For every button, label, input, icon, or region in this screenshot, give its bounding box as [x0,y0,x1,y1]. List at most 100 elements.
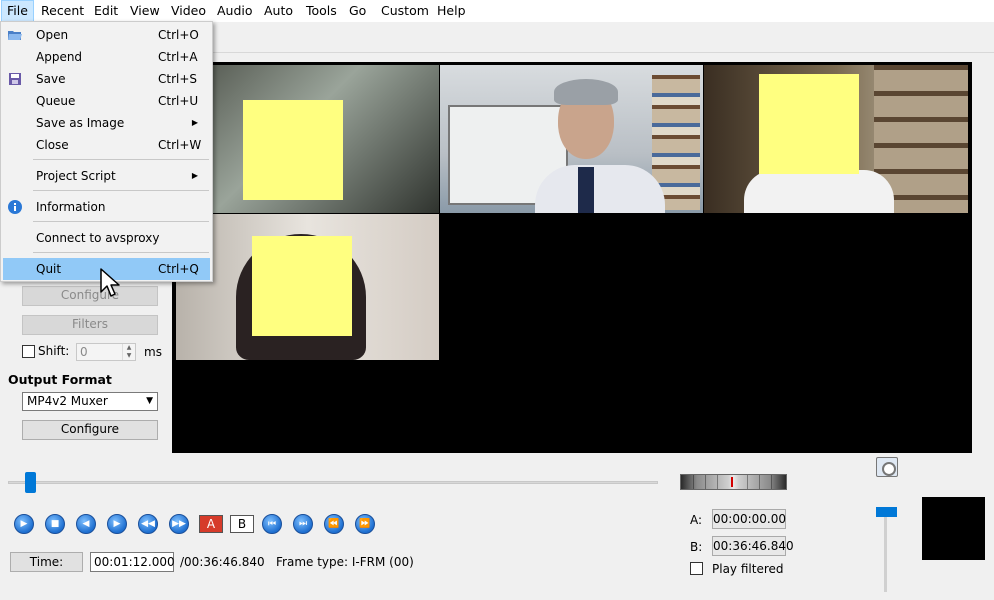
participant-tile [176,65,439,213]
goto-marker-b-icon[interactable]: ⏭ [293,514,313,534]
menu-separator [33,159,209,160]
play-filtered-checkbox[interactable] [690,562,703,575]
mouse-cursor-icon [100,268,120,297]
menu-item-label: Save as Image [36,116,125,130]
menu-recent[interactable]: Recent [36,0,89,22]
selection-b-value: 00:36:46.840 [712,536,794,556]
sticky-note [759,74,859,174]
output-format-select[interactable]: MP4v2 Muxer ▼ [22,392,158,411]
menu-item-label: Close [36,138,69,152]
volume-track[interactable] [884,512,887,592]
menu-video[interactable]: Video [166,0,211,22]
shift-value: 0 [80,345,88,359]
menu-item-label: Connect to avsproxy [36,231,160,245]
menu-item-close[interactable]: Close Ctrl+W [3,134,210,156]
menu-item-label: Open [36,28,69,42]
menu-custom[interactable]: Custom [376,0,434,22]
previous-frame-icon[interactable]: ◀ [76,514,96,534]
shift-unit: ms [144,345,162,359]
menu-auto[interactable]: Auto [259,0,298,22]
next-frame-icon[interactable]: ▶ [107,514,127,534]
toolbar-divider [210,52,994,53]
menu-go[interactable]: Go [344,0,371,22]
menu-item-label: Project Script [36,169,116,183]
menu-item-shortcut: Ctrl+A [158,50,198,64]
selection-a-value: 00:00:00.00 [712,509,786,529]
timeline-thumb[interactable] [25,472,37,493]
menu-item-label: Quit [36,262,62,276]
volume-thumb[interactable] [876,507,897,517]
shift-checkbox[interactable] [22,345,35,358]
menu-item-label: Append [36,50,83,64]
sticky-note [252,236,352,336]
save-icon [9,73,21,85]
participant-tile [440,65,703,213]
video-preview[interactable] [172,62,972,453]
jog-marker [731,477,733,487]
play-filtered-label: Play filtered [712,562,784,576]
menu-item-connect-avsproxy[interactable]: Connect to avsproxy [3,227,210,249]
menu-item-queue[interactable]: Queue Ctrl+U [3,90,210,112]
menu-item-save-as-image[interactable]: Save as Image ▶ [3,112,210,134]
sticky-note [243,100,343,200]
selection-a-label: A: [690,513,703,527]
forward-to-end-icon[interactable]: ⏩ [355,514,375,534]
shift-label: Shift: [38,344,70,358]
menu-item-project-script[interactable]: Project Script ▶ [3,165,210,187]
spin-arrows-icon[interactable]: ▲ ▼ [122,344,135,360]
menu-help[interactable]: Help [432,0,471,22]
menu-item-append[interactable]: Append Ctrl+A [3,46,210,68]
mini-preview [922,497,985,560]
menu-separator [33,221,209,222]
submenu-arrow-icon: ▶ [191,171,198,180]
menu-edit[interactable]: Edit [89,0,123,22]
info-icon [8,200,22,214]
frame-type: Frame type: I-FRM (00) [276,555,414,569]
menu-item-label: Save [36,72,66,86]
menubar: File Recent Edit View Video Audio Auto T… [0,0,994,22]
menu-item-shortcut: Ctrl+O [158,28,199,42]
timeline-track[interactable] [8,481,658,484]
output-format-title: Output Format [8,372,112,387]
selection-b-label: B: [690,540,703,554]
audio-filters-button[interactable]: Filters [22,315,158,335]
participant-tile [176,214,439,360]
next-keyframe-icon[interactable]: ▶▶ [169,514,189,534]
menu-item-label: Queue [36,94,76,108]
set-marker-b-button[interactable]: B [230,515,254,533]
menu-item-shortcut: Ctrl+U [158,94,199,108]
goto-marker-a-icon[interactable]: ⏮ [262,514,282,534]
output-format-value: MP4v2 Muxer [27,394,108,408]
dropdown-arrow-icon: ▼ [146,396,153,406]
participant-tile [704,65,968,213]
menu-item-information[interactable]: Information [3,196,210,218]
submenu-arrow-icon: ▶ [191,118,198,127]
stop-icon[interactable]: ■ [45,514,65,534]
volume-icon[interactable] [876,457,898,477]
jog-shuttle[interactable] [680,474,787,490]
menu-item-shortcut: Ctrl+Q [158,262,199,276]
menu-separator [33,190,209,191]
output-configure-button[interactable]: Configure [22,420,158,440]
menu-item-open[interactable]: Open Ctrl+O [3,24,210,46]
previous-keyframe-icon[interactable]: ◀◀ [138,514,158,534]
current-time-input[interactable]: 00:01:12.000 [90,552,175,572]
file-menu-dropdown: Open Ctrl+O Append Ctrl+A Save Ctrl+S Qu… [0,21,213,282]
menu-item-shortcut: Ctrl+S [158,72,198,86]
rewind-to-start-icon[interactable]: ⏪ [324,514,344,534]
play-icon[interactable]: ▶ [14,514,34,534]
menu-item-shortcut: Ctrl+W [158,138,202,152]
menu-view[interactable]: View [125,0,165,22]
menu-file[interactable]: File [1,0,34,22]
shift-spinbox[interactable]: 0 ▲ ▼ [76,343,136,361]
total-time: /00:36:46.840 [180,555,265,569]
time-button[interactable]: Time: [10,552,83,572]
audio-configure-button[interactable]: Configure [22,286,158,306]
set-marker-a-button[interactable]: A [199,515,223,533]
menu-item-save[interactable]: Save Ctrl+S [3,68,210,90]
menu-tools[interactable]: Tools [301,0,342,22]
menu-separator [33,252,209,253]
menu-audio[interactable]: Audio [212,0,258,22]
folder-open-icon [8,31,22,40]
menu-item-label: Information [36,200,106,214]
